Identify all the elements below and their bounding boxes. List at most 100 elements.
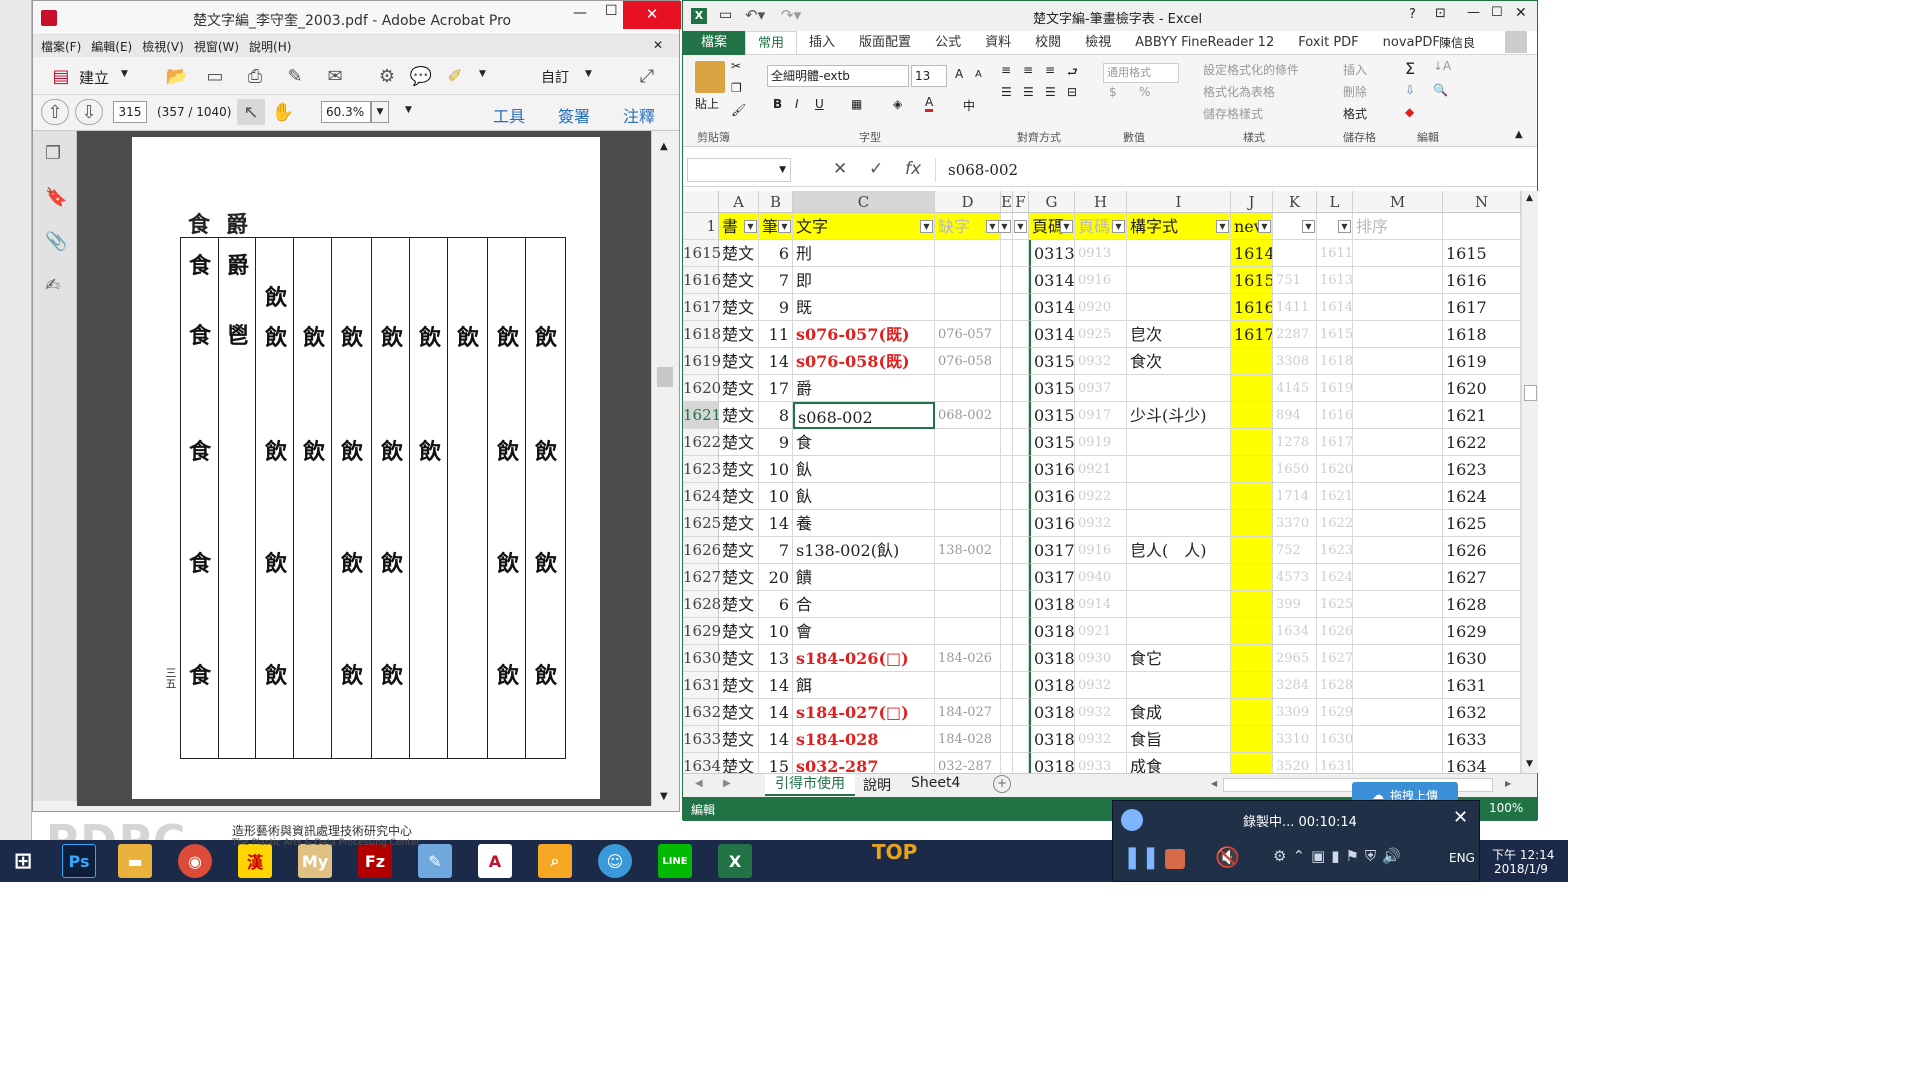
- chrome-icon[interactable]: ◉: [178, 844, 212, 878]
- cell-j[interactable]: [1231, 564, 1273, 591]
- column-header[interactable]: H: [1075, 191, 1127, 213]
- cell-d[interactable]: [935, 618, 1001, 645]
- sheet-tab[interactable]: 說明: [863, 775, 891, 795]
- page-number-input[interactable]: 315: [113, 101, 147, 123]
- cell-e[interactable]: [1001, 726, 1013, 753]
- cell-b[interactable]: 14: [759, 510, 793, 537]
- cell-h[interactable]: 0916: [1075, 267, 1127, 294]
- cell-a[interactable]: 楚文: [719, 294, 759, 321]
- font-size-select[interactable]: 13: [911, 65, 947, 87]
- align-left-icon[interactable]: ☰: [1001, 85, 1012, 99]
- cell-f[interactable]: [1013, 645, 1029, 672]
- minimize-button[interactable]: —: [1467, 5, 1480, 20]
- create-icon[interactable]: ▤: [47, 63, 75, 89]
- border-icon[interactable]: ▦: [851, 97, 862, 111]
- cell-e[interactable]: [1001, 645, 1013, 672]
- format-cells-button[interactable]: 格式: [1343, 105, 1367, 122]
- hscroll-right-icon[interactable]: ▶: [1505, 779, 1511, 788]
- cell-i[interactable]: 食成: [1127, 699, 1231, 726]
- cell-l[interactable]: 1618: [1317, 348, 1353, 375]
- cell-m[interactable]: [1353, 726, 1443, 753]
- column-header[interactable]: F: [1013, 191, 1029, 213]
- cell-h[interactable]: 0921: [1075, 456, 1127, 483]
- cell-m[interactable]: [1353, 375, 1443, 402]
- cell-f[interactable]: [1013, 267, 1029, 294]
- align-bottom-icon[interactable]: ≡: [1045, 63, 1055, 77]
- cell-i[interactable]: 食旨: [1127, 726, 1231, 753]
- cell-j[interactable]: 1617: [1231, 321, 1273, 348]
- cell-l[interactable]: 1617: [1317, 429, 1353, 456]
- cell-n[interactable]: 1618: [1443, 321, 1521, 348]
- cell-b[interactable]: 17: [759, 375, 793, 402]
- percent-icon[interactable]: %: [1139, 85, 1150, 99]
- cell-i[interactable]: [1127, 267, 1231, 294]
- fill-color-icon[interactable]: ◈: [893, 97, 902, 111]
- cell-i[interactable]: 食次: [1127, 348, 1231, 375]
- column-header[interactable]: M: [1353, 191, 1443, 213]
- cell-f[interactable]: [1013, 456, 1029, 483]
- cell-styles-button[interactable]: 儲存格樣式: [1203, 105, 1263, 122]
- underline-button[interactable]: U: [815, 97, 824, 111]
- cell-g[interactable]: 0315: [1029, 429, 1075, 456]
- cell-h[interactable]: 0937: [1075, 375, 1127, 402]
- conditional-format-button[interactable]: 設定格式化的條件: [1203, 61, 1299, 78]
- cell-m[interactable]: [1353, 456, 1443, 483]
- align-middle-icon[interactable]: ≡: [1023, 63, 1033, 77]
- cell-b[interactable]: 14: [759, 699, 793, 726]
- cell-n[interactable]: 1619: [1443, 348, 1521, 375]
- cell-l[interactable]: 1614: [1317, 294, 1353, 321]
- scroll-down-icon[interactable]: ▼: [1526, 759, 1533, 769]
- cell-k[interactable]: 3310: [1273, 726, 1317, 753]
- cell-e[interactable]: [1001, 564, 1013, 591]
- cell-h[interactable]: 0922: [1075, 483, 1127, 510]
- filter-dropdown-icon[interactable]: ▼: [1338, 220, 1351, 233]
- cell-c[interactable]: 飤: [793, 483, 935, 510]
- scroll-up-icon[interactable]: ▲: [660, 141, 668, 152]
- cell-k[interactable]: 751: [1273, 267, 1317, 294]
- undo-icon[interactable]: ↶▾: [745, 6, 765, 24]
- cell-m[interactable]: [1353, 645, 1443, 672]
- filezilla-icon[interactable]: Fz: [358, 844, 392, 878]
- clear-icon[interactable]: ◆: [1405, 105, 1414, 119]
- cell-d[interactable]: [935, 267, 1001, 294]
- hand-tool-icon[interactable]: ✋: [269, 99, 297, 125]
- cell-c[interactable]: 合: [793, 591, 935, 618]
- filter-dropdown-icon[interactable]: ▼: [778, 220, 791, 233]
- han-app-icon[interactable]: 漢: [238, 844, 272, 878]
- cell-b[interactable]: 6: [759, 240, 793, 267]
- cell-b[interactable]: 7: [759, 267, 793, 294]
- cell-k[interactable]: 752: [1273, 537, 1317, 564]
- add-sheet-icon[interactable]: +: [993, 775, 1011, 793]
- phonetic-icon[interactable]: 中: [963, 97, 975, 114]
- cell-h[interactable]: 0917: [1075, 402, 1127, 429]
- cell-m[interactable]: [1353, 618, 1443, 645]
- customize-chevron-icon[interactable]: ▼: [585, 69, 592, 79]
- cell-g[interactable]: 0318: [1029, 645, 1075, 672]
- cell-i[interactable]: 成食: [1127, 753, 1231, 773]
- paste-icon[interactable]: [695, 61, 725, 93]
- vertical-scrollbar[interactable]: ▲ ▼: [651, 131, 679, 806]
- cell-j[interactable]: 1615: [1231, 267, 1273, 294]
- photoshop-icon[interactable]: Ps: [62, 844, 96, 878]
- cell-k[interactable]: 4573: [1273, 564, 1317, 591]
- help-icon[interactable]: ?: [1409, 7, 1416, 22]
- cell-f[interactable]: [1013, 537, 1029, 564]
- cell-e[interactable]: [1001, 483, 1013, 510]
- cell-a[interactable]: 楚文: [719, 591, 759, 618]
- cell-a[interactable]: 楚文: [719, 645, 759, 672]
- cell-g[interactable]: 0313: [1029, 240, 1075, 267]
- cell-l[interactable]: 1630: [1317, 726, 1353, 753]
- gear-icon[interactable]: ⚙: [373, 63, 401, 89]
- highlight-icon[interactable]: ✐: [441, 63, 469, 89]
- tray-icons[interactable]: ⚙⌃▣▮⚑⛨🔊: [1273, 847, 1407, 865]
- comment-panel-button[interactable]: 注釋: [623, 103, 655, 127]
- print-icon[interactable]: ⎙: [241, 63, 269, 89]
- cell-a[interactable]: 楚文: [719, 240, 759, 267]
- cell-e[interactable]: [1001, 240, 1013, 267]
- cell-c[interactable]: 養: [793, 510, 935, 537]
- row-header[interactable]: 1628: [683, 591, 721, 618]
- row-header[interactable]: 1634: [683, 753, 721, 773]
- cell-e[interactable]: [1001, 753, 1013, 773]
- cell-l[interactable]: 1629: [1317, 699, 1353, 726]
- prev-sheet-icon[interactable]: ◀: [695, 778, 703, 789]
